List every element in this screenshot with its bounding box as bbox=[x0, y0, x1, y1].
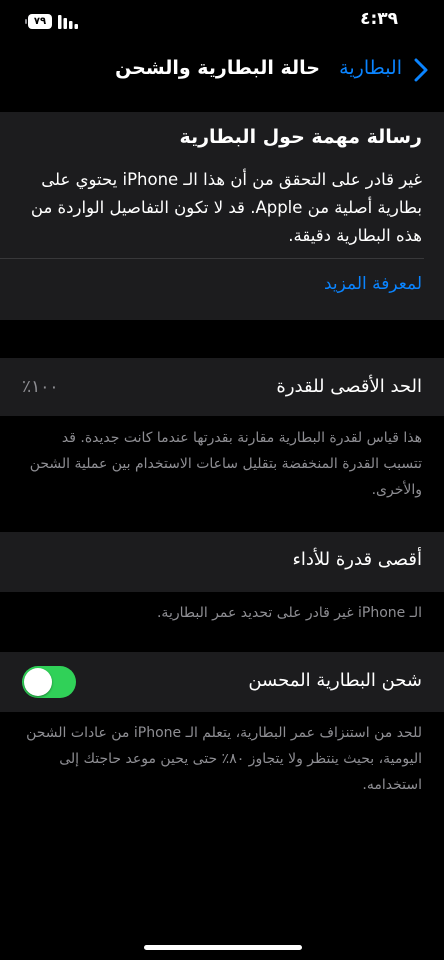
alert-title: رسالة مهمة حول البطارية bbox=[179, 126, 422, 148]
back-button[interactable]: البطارية bbox=[339, 57, 402, 79]
navigation-bar: البطارية حالة البطارية والشحن bbox=[0, 44, 444, 100]
optimized-charging-footnote: للحد من استنزاف عمر البطارية، يتعلم الـ … bbox=[26, 725, 422, 793]
peak-performance-row: أقصى قدرة للأداء bbox=[0, 532, 444, 592]
divider bbox=[0, 258, 424, 259]
status-bar: ٧٩ ٤:٣٩ bbox=[0, 0, 444, 44]
alert-body: غير قادر على التحقق من أن هذا الـ iPhone… bbox=[30, 170, 422, 245]
battery-alert-section: رسالة مهمة حول البطارية غير قادر على الت… bbox=[0, 112, 444, 320]
optimized-charging-toggle[interactable] bbox=[22, 666, 76, 698]
home-indicator[interactable] bbox=[144, 945, 302, 950]
toggle-knob bbox=[24, 668, 52, 696]
battery-level: ٧٩ bbox=[33, 16, 47, 27]
maximum-capacity-row: الحد الأقصى للقدرة ١٠٠٪ bbox=[0, 358, 444, 416]
optimized-charging-label: شحن البطارية المحسن bbox=[248, 670, 422, 691]
battery-icon: ٧٩ bbox=[25, 14, 52, 29]
peak-performance-label: أقصى قدرة للأداء bbox=[292, 549, 422, 570]
maximum-capacity-label: الحد الأقصى للقدرة bbox=[276, 376, 422, 397]
signal-icon bbox=[58, 15, 78, 29]
optimized-charging-row: شحن البطارية المحسن bbox=[0, 652, 444, 712]
learn-more-link[interactable]: لمعرفة المزيد bbox=[324, 274, 422, 294]
maximum-capacity-value: ١٠٠٪ bbox=[22, 377, 59, 397]
chevron-right-icon[interactable] bbox=[414, 58, 428, 82]
maximum-capacity-footnote: هذا قياس لقدرة البطارية مقارنة بقدرتها ع… bbox=[29, 430, 422, 498]
page-title: حالة البطارية والشحن bbox=[115, 57, 320, 79]
status-time: ٤:٣٩ bbox=[360, 9, 398, 29]
peak-performance-footnote: الـ iPhone غير قادر على تحديد عمر البطار… bbox=[156, 605, 422, 621]
